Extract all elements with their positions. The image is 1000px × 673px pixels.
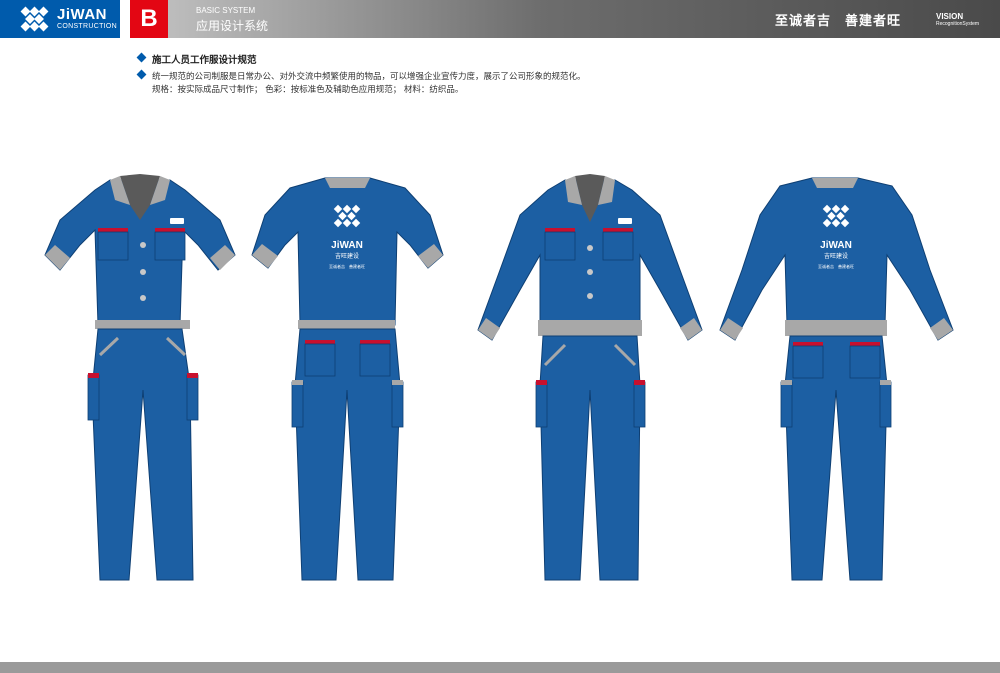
back-brand-cn: 吉旺建设 [824, 252, 848, 260]
vision-label: VISION [936, 12, 964, 21]
bullet-icon [136, 69, 147, 80]
slogan: 至诚者吉 善建者旺 [775, 14, 902, 29]
short-sleeve-back: JiWAN 吉旺建设 至诚者吉 善建者旺 [251, 177, 444, 581]
section-title: 施工人员工作服设计规范 [152, 55, 257, 66]
back-slogan: 至诚者吉 善建者旺 [329, 263, 365, 269]
short-sleeve-front [44, 174, 236, 581]
uniform-illustrations: JiWAN 吉旺建设 至诚者吉 善建者旺 JiWAN 吉旺建设 至诚者吉 善建者… [44, 174, 954, 581]
brand-logo: JiWAN CONSTRUCTION [0, 0, 120, 38]
brand-subtitle: CONSTRUCTION [57, 23, 117, 30]
brand-mark-icon [20, 6, 49, 32]
system-title-cn: 应用设计系统 [196, 19, 269, 33]
long-sleeve-front [477, 174, 703, 581]
brand-name: JiWAN [57, 6, 108, 23]
back-slogan: 至诚者吉 善建者旺 [818, 263, 854, 269]
footer-bar [0, 662, 1000, 673]
section-letter: B [130, 0, 168, 38]
vision-sublabel: RecognitionSystem [936, 21, 980, 27]
back-brand-text: JiWAN [820, 240, 852, 251]
system-title-en: BASIC SYSTEM [196, 6, 256, 15]
header: JiWAN CONSTRUCTION B BASIC SYSTEM 应用设计系统… [0, 0, 1000, 38]
back-brand-text: JiWAN [331, 240, 363, 251]
bullet-icon [136, 52, 147, 63]
description-text: 统一规范的公司制服是日常办公、对外交流中频繁使用的物品，可以增强企业宣传力度，展… [152, 72, 586, 82]
back-brand-cn: 吉旺建设 [335, 252, 359, 260]
long-sleeve-back: JiWAN 吉旺建设 至诚者吉 善建者旺 [719, 177, 954, 581]
spec-text: 规格：按实际成品尺寸制作； 色彩：按标准色及辅助色应用规范； 材料：纺织品。 [152, 85, 464, 95]
